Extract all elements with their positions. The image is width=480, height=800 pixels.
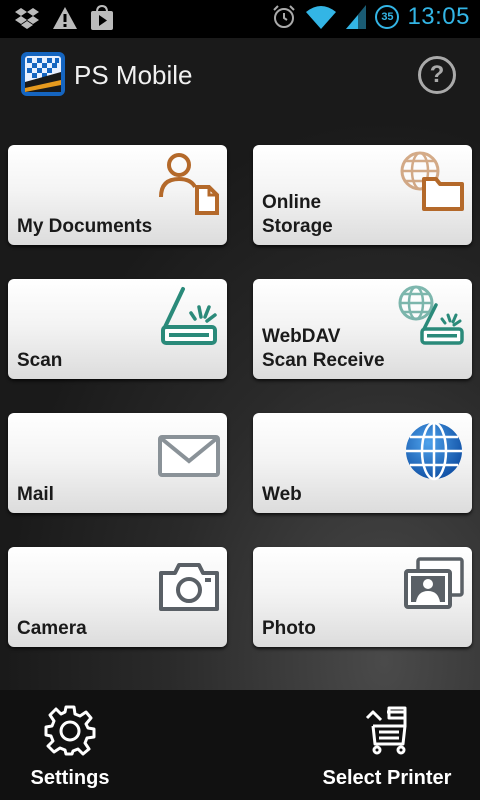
bottom-toolbar: Settings Select Printer: [0, 690, 480, 800]
function-grid: My Documents Online Storage Scan WebDAV …: [0, 112, 480, 690]
photo-icon: [404, 557, 464, 609]
online-storage-icon: [400, 151, 464, 211]
webdav-scan-receive-tile[interactable]: WebDAV Scan Receive: [253, 279, 472, 379]
settings-label: Settings: [30, 767, 110, 789]
webdav-scan-icon: [398, 285, 464, 345]
gear-icon: [44, 705, 96, 756]
scanner-icon: [161, 287, 217, 345]
app-bar: PS Mobile ?: [0, 38, 480, 112]
printer-icon: [365, 706, 407, 755]
alarm-icon: [273, 5, 296, 28]
ps-mobile-logo-icon: [21, 52, 65, 96]
tile-label: Online Storage: [262, 192, 333, 237]
signal-icon: [346, 5, 367, 29]
photo-tile[interactable]: Photo: [253, 547, 472, 647]
select-printer-label: Select Printer: [322, 767, 452, 789]
play-store-icon: [91, 5, 113, 30]
mail-icon: [158, 435, 220, 477]
tile-label: Scan: [17, 350, 63, 371]
help-button[interactable]: ?: [418, 56, 456, 94]
documents-icon: [159, 153, 219, 215]
scan-tile[interactable]: Scan: [8, 279, 227, 379]
dropbox-icon: [15, 8, 39, 29]
tile-label: Camera: [17, 618, 87, 639]
tile-label: Photo: [262, 618, 316, 639]
mail-tile[interactable]: Mail: [8, 413, 227, 513]
app-title: PS Mobile: [74, 60, 193, 90]
tile-label: Web: [262, 484, 302, 505]
globe-icon: [406, 421, 462, 481]
tile-label: Mail: [17, 484, 54, 505]
settings-button[interactable]: Settings: [28, 704, 112, 790]
wifi-icon: [306, 6, 337, 29]
clock: 13:05: [407, 3, 470, 30]
help-icon: ?: [429, 61, 445, 88]
tile-label: WebDAV Scan Receive: [262, 326, 385, 371]
warning-icon: [53, 7, 77, 29]
my-documents-tile[interactable]: My Documents: [8, 145, 227, 245]
status-bar: 35 13:05: [0, 0, 480, 38]
tile-label: My Documents: [17, 216, 153, 237]
notification-count-badge: 35: [375, 5, 400, 29]
web-tile[interactable]: Web: [253, 413, 472, 513]
camera-tile[interactable]: Camera: [8, 547, 227, 647]
online-storage-tile[interactable]: Online Storage: [253, 145, 472, 245]
camera-icon: [159, 563, 219, 611]
select-printer-button[interactable]: Select Printer: [320, 704, 454, 790]
